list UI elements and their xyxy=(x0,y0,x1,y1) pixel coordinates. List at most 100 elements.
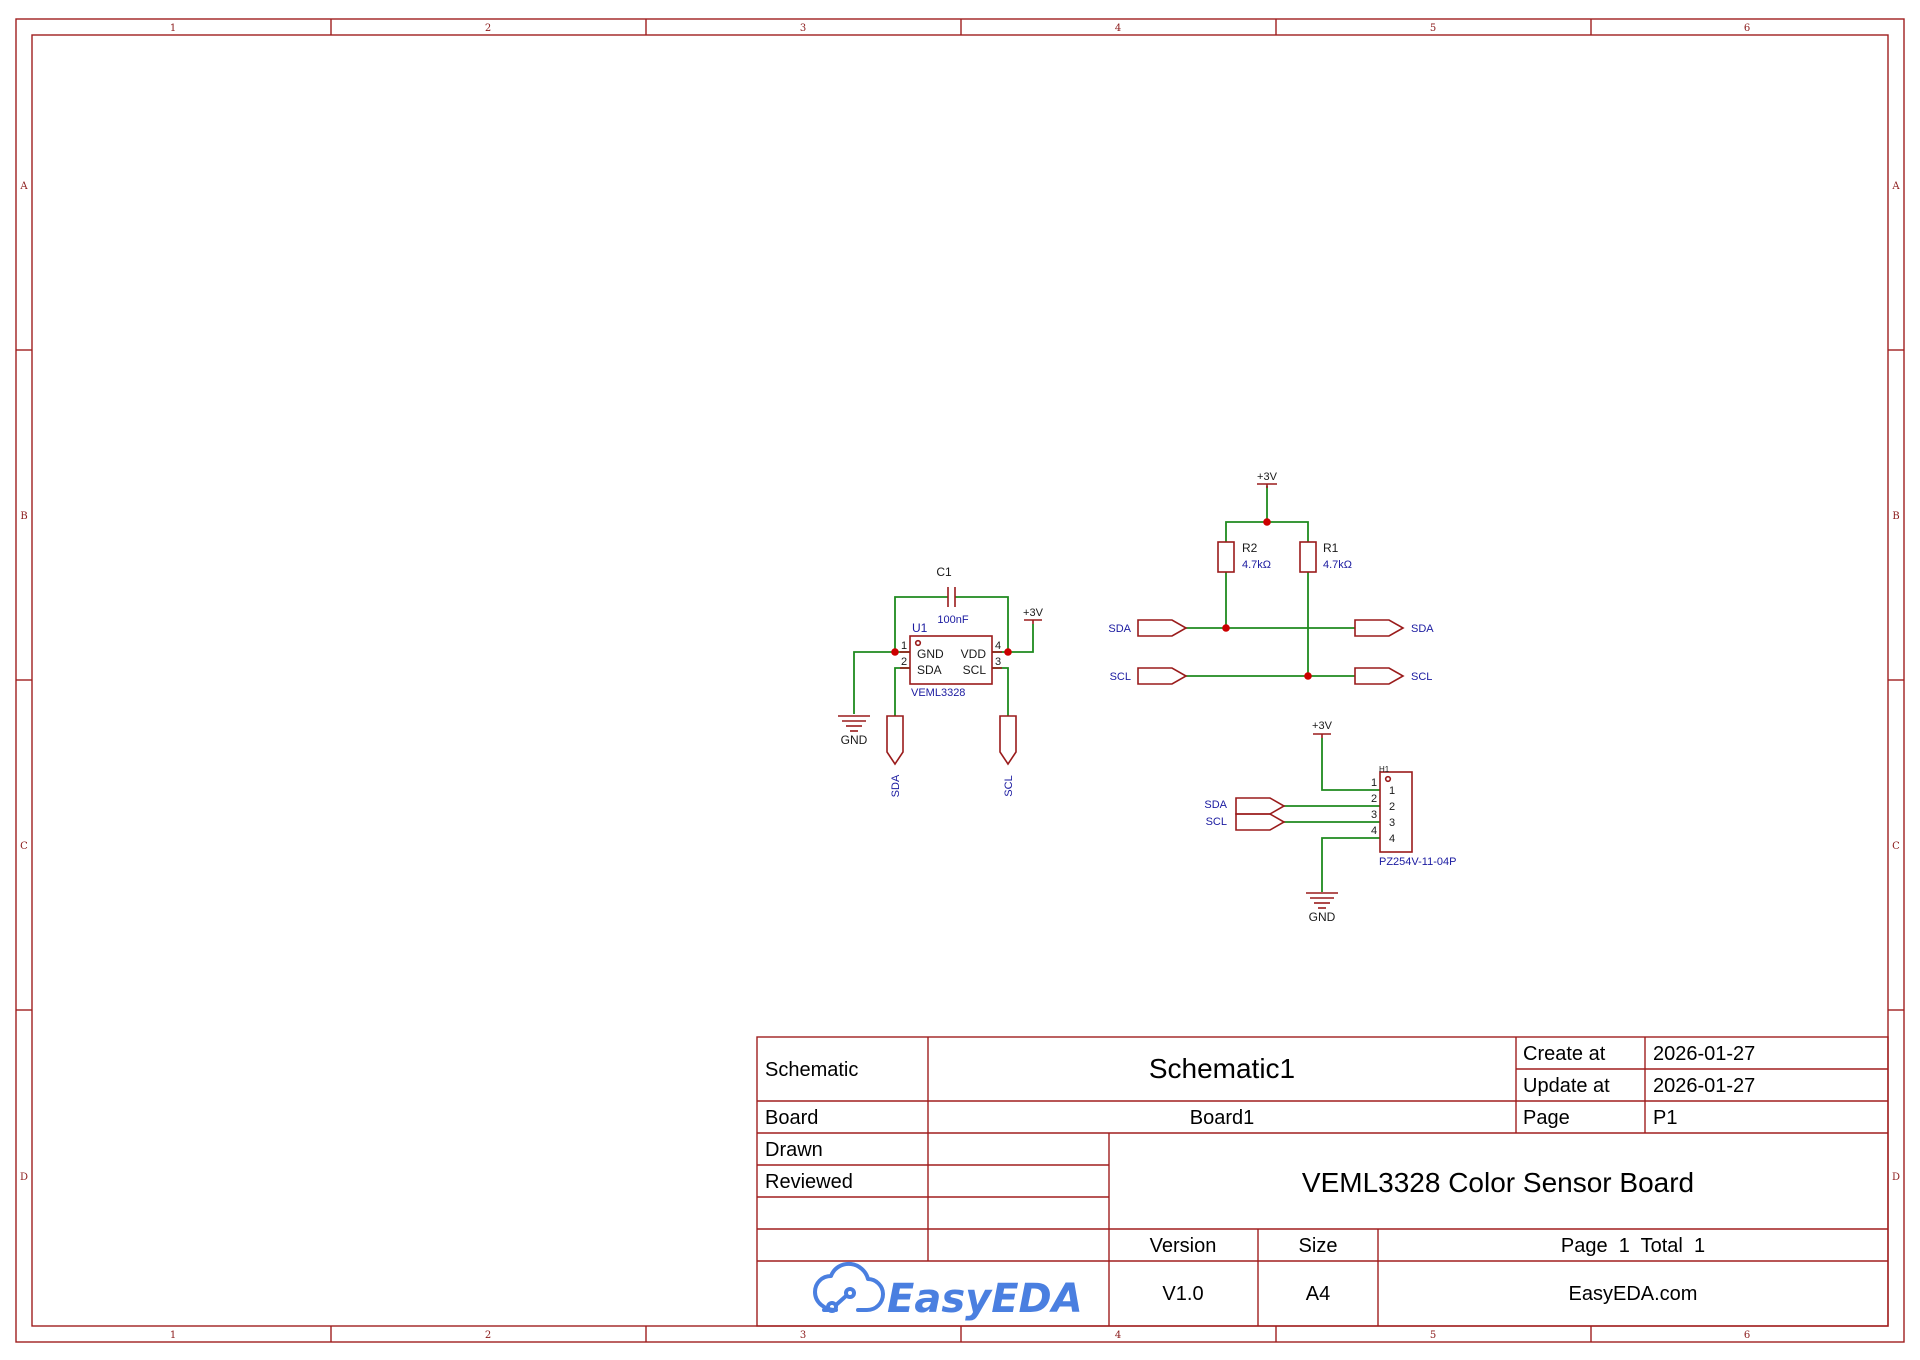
tb-schematic-label: Schematic xyxy=(765,1059,858,1081)
junction-sda xyxy=(1222,624,1230,632)
tb-drawn-label: Drawn xyxy=(765,1139,823,1161)
u1-part-name: VEML3328 xyxy=(911,687,965,699)
tb-version-value: V1.0 xyxy=(1162,1283,1203,1305)
h1-pin-num-inner-3: 3 xyxy=(1389,817,1395,829)
pullup-section: R2 4.7kΩ R1 4.7kΩ +3V SDA SCL SDA SCL xyxy=(1108,471,1434,685)
zone-col-6-top: 6 xyxy=(1744,23,1750,34)
u1-pin-num-3: 3 xyxy=(995,656,1001,668)
h1-pin-num-inner-4: 4 xyxy=(1389,833,1395,845)
zone-col-1-bottom: 1 xyxy=(170,1330,176,1341)
ground-label-1: GND xyxy=(841,733,868,747)
zone-row-c-left: C xyxy=(20,841,28,852)
port-scl-down[interactable] xyxy=(999,715,1017,766)
h1-connector-body[interactable] xyxy=(1379,771,1413,853)
ground-symbol-1 xyxy=(838,715,870,732)
zone-col-2-bottom: 2 xyxy=(485,1330,491,1341)
u1-pin-num-1: 1 xyxy=(901,640,907,652)
sensor-section: U1 GND SDA VDD SCL 1 2 4 3 VEML3328 C1 1… xyxy=(838,565,1044,797)
r2-designator: R2 xyxy=(1242,541,1258,555)
h1-pin-num-outer-2: 2 xyxy=(1371,793,1377,805)
zone-col-2-top: 2 xyxy=(485,23,491,34)
tb-update-label: Update at xyxy=(1523,1075,1610,1097)
tb-page-value: P1 xyxy=(1653,1107,1677,1129)
junction-scl xyxy=(1304,672,1312,680)
power-3v-symbol-3 xyxy=(1313,733,1331,738)
u1-pin-vdd: VDD xyxy=(961,647,987,661)
c1-capacitor[interactable] xyxy=(947,587,956,607)
u1-pin-scl: SCL xyxy=(963,663,987,677)
port-sda-down[interactable] xyxy=(886,715,904,766)
port-sda-connector-label: SDA xyxy=(1204,799,1227,811)
tb-title: VEML3328 Color Sensor Board xyxy=(1302,1167,1694,1198)
power-3v-label-1: +3V xyxy=(1023,607,1044,619)
r1-value: 4.7kΩ xyxy=(1323,559,1352,571)
ground-label-2: GND xyxy=(1309,910,1336,924)
zone-col-5-bottom: 5 xyxy=(1430,1330,1436,1341)
c1-value: 100nF xyxy=(937,614,968,626)
pullup-wires xyxy=(1186,486,1355,677)
tb-page-label: Page xyxy=(1523,1107,1570,1129)
tb-website: EasyEDA.com xyxy=(1569,1283,1698,1305)
h1-designator: H1 xyxy=(1379,765,1390,774)
sheet-border: 1 2 3 4 5 6 1 2 3 4 5 6 A B C D A B C D xyxy=(15,18,1905,1343)
easyeda-logo: EasyEDA xyxy=(813,1261,1083,1322)
h1-pin-num-outer-1: 1 xyxy=(1371,777,1377,789)
zone-row-d-right: D xyxy=(1892,1172,1900,1183)
power-3v-symbol-1 xyxy=(1024,619,1042,624)
port-scl-right[interactable] xyxy=(1354,667,1405,685)
zone-row-d-left: D xyxy=(20,1172,28,1183)
h1-pin-num-outer-3: 3 xyxy=(1371,809,1377,821)
connector-wires xyxy=(1284,738,1380,892)
port-sda-right-label: SDA xyxy=(1411,623,1434,635)
junction-u1-gnd xyxy=(891,648,899,656)
h1-pin-num-inner-2: 2 xyxy=(1389,801,1395,813)
junction-u1-vdd xyxy=(1004,648,1012,656)
tb-board-value: Board1 xyxy=(1190,1107,1255,1129)
r1-designator: R1 xyxy=(1323,541,1339,555)
u1-pin1-marker xyxy=(914,639,922,647)
u1-pin-sda: SDA xyxy=(917,663,942,677)
port-sda-connector[interactable] xyxy=(1235,797,1286,815)
port-scl-left-label: SCL xyxy=(1110,671,1131,683)
power-3v-symbol-2 xyxy=(1257,483,1277,488)
port-scl-down-label: SCL xyxy=(1003,775,1015,796)
h1-pin-num-inner-1: 1 xyxy=(1389,785,1395,797)
h1-part-name: PZ254V-11-04P xyxy=(1379,856,1456,868)
port-sda-right[interactable] xyxy=(1354,619,1405,637)
schematic-sheet: 1 2 3 4 5 6 1 2 3 4 5 6 A B C D A B C D xyxy=(15,18,1905,1343)
u1-pin-gnd: GND xyxy=(917,647,944,661)
cloud-icon xyxy=(813,1261,885,1313)
u1-designator: U1 xyxy=(912,621,928,635)
port-scl-left[interactable] xyxy=(1137,667,1188,685)
zone-col-4-bottom: 4 xyxy=(1115,1330,1121,1341)
easyeda-logo-text: EasyEDA xyxy=(887,1276,1083,1322)
h1-pin1-marker xyxy=(1384,775,1392,783)
r2-resistor[interactable] xyxy=(1217,541,1235,573)
zone-col-4-top: 4 xyxy=(1115,23,1121,34)
tb-reviewed-label: Reviewed xyxy=(765,1171,853,1193)
port-sda-left[interactable] xyxy=(1137,619,1188,637)
tb-create-value: 2026-01-27 xyxy=(1653,1043,1755,1065)
zone-col-6-bottom: 6 xyxy=(1744,1330,1750,1341)
port-sda-left-label: SDA xyxy=(1108,623,1131,635)
zone-col-3-bottom: 3 xyxy=(800,1330,806,1341)
port-scl-connector[interactable] xyxy=(1235,813,1286,831)
u1-pin-num-2: 2 xyxy=(901,656,907,668)
tb-page-total: Page 1 Total 1 xyxy=(1561,1235,1705,1257)
zone-col-3-top: 3 xyxy=(800,23,806,34)
power-3v-label-2: +3V xyxy=(1257,471,1278,483)
tb-board-label: Board xyxy=(765,1107,818,1129)
r2-value: 4.7kΩ xyxy=(1242,559,1271,571)
r1-resistor[interactable] xyxy=(1299,541,1317,573)
tb-update-value: 2026-01-27 xyxy=(1653,1075,1755,1097)
h1-pin-num-outer-4: 4 xyxy=(1371,825,1377,837)
zone-row-b-right: B xyxy=(1892,511,1899,522)
tb-schematic-value: Schematic1 xyxy=(1149,1053,1295,1084)
junction-pullup-top xyxy=(1263,518,1271,526)
tb-version-label: Version xyxy=(1150,1235,1217,1257)
tb-size-value: A4 xyxy=(1306,1283,1330,1305)
port-scl-connector-label: SCL xyxy=(1206,816,1227,828)
connector-section: H1 1 2 3 4 1 2 3 4 PZ254V-11-04P +3V GND… xyxy=(1204,720,1456,924)
tb-create-label: Create at xyxy=(1523,1043,1606,1065)
u1-pin-num-4: 4 xyxy=(995,640,1001,652)
